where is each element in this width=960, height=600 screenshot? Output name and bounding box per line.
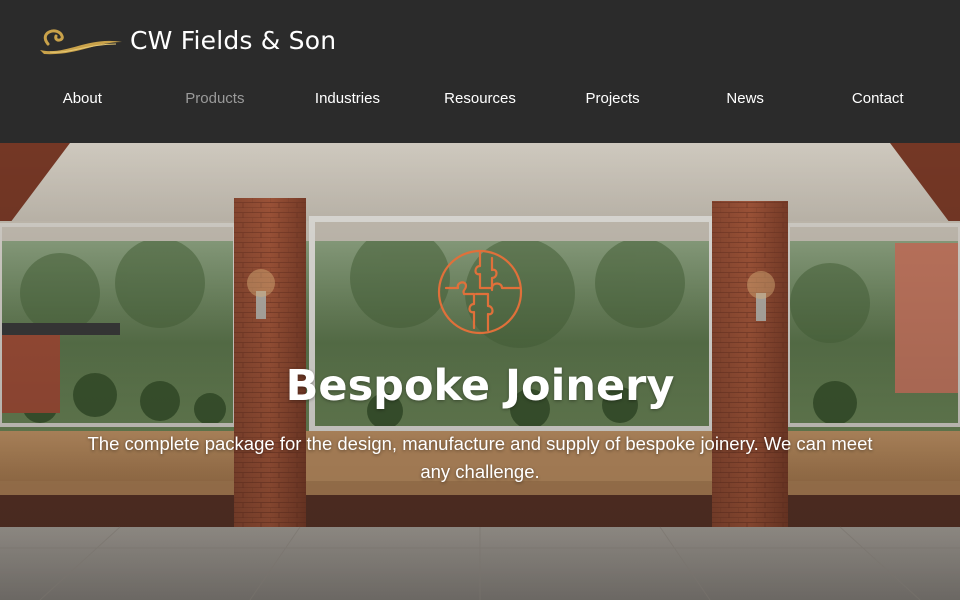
- nav-item-resources[interactable]: Resources: [414, 86, 547, 112]
- main-nav: About Products Industries Resources Proj…: [16, 86, 944, 112]
- brand-logo[interactable]: CW Fields & Son: [36, 22, 336, 60]
- nav-item-contact[interactable]: Contact: [811, 86, 944, 112]
- nav-item-news[interactable]: News: [679, 86, 812, 112]
- hero-banner: Bespoke Joinery The complete package for…: [0, 143, 960, 600]
- swoosh-logo-icon: [40, 29, 122, 55]
- nav-item-products[interactable]: Products: [149, 86, 282, 112]
- brand-name: CW Fields & Son: [130, 26, 337, 55]
- nav-item-about[interactable]: About: [16, 86, 149, 112]
- nav-item-projects[interactable]: Projects: [546, 86, 679, 112]
- nav-item-industries[interactable]: Industries: [281, 86, 414, 112]
- hero-title: Bespoke Joinery: [285, 361, 675, 411]
- hero-subtitle: The complete package for the design, man…: [87, 433, 873, 482]
- puzzle-circle-icon: [437, 249, 523, 335]
- site-header: CW Fields & Son About Products Industrie…: [0, 0, 960, 143]
